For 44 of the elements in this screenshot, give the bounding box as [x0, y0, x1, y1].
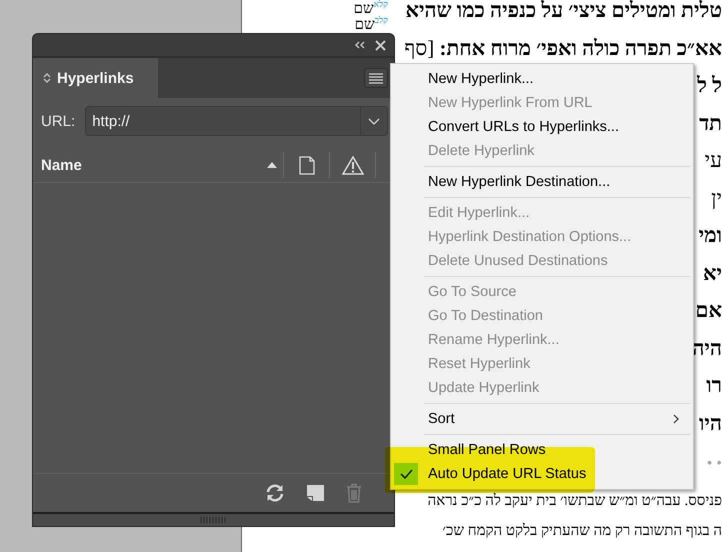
resize-grip-icon[interactable]	[200, 517, 228, 523]
document-text-line: טלית ומטילים ציצי׳ על כנפיה כמו שהיא	[406, 0, 722, 24]
document-text-line: ל ל	[697, 72, 722, 99]
warning-icon	[342, 156, 364, 174]
collapse-icon[interactable]	[354, 41, 365, 49]
document-text-line: תד	[699, 110, 722, 136]
dropdown-button[interactable]	[360, 106, 388, 136]
refresh-button[interactable]	[265, 483, 285, 503]
url-field[interactable]: http://	[85, 106, 360, 136]
document-text-line: פניסס. עבה״ט ומ״ש שבתשו׳ בית יעקב לה כ״כ נראה	[428, 492, 722, 511]
menu-icon	[369, 72, 383, 84]
document-text-line: ין	[711, 184, 722, 212]
document-text-line: ה בגוף התשובה רק מה שהעתיק בלקט הקמח שכ׳	[442, 522, 722, 541]
document-text-line: עי	[704, 147, 722, 174]
document-text-line: אא״כ תפרה כולה ואפי׳ מרוח אחת: [סף	[404, 34, 722, 62]
refresh-icon	[265, 483, 285, 503]
panel-tab[interactable]: Hyperlinks	[33, 58, 158, 98]
menu-item[interactable]: New Hyperlink Destination...	[391, 170, 693, 194]
document-text-line: היו	[699, 410, 722, 436]
menu-item[interactable]: Sort	[391, 407, 693, 431]
checkmark-icon	[400, 469, 412, 479]
chevron-down-icon	[368, 118, 380, 124]
up-down-arrows-icon	[43, 72, 51, 84]
url-label: URL:	[41, 112, 76, 130]
column-header[interactable]: Name	[41, 156, 267, 174]
new-page-icon	[307, 485, 324, 501]
close-icon[interactable]	[375, 40, 386, 50]
document-text-line: רו	[706, 372, 722, 399]
page-icon	[298, 156, 314, 174]
document-text-line: • •	[706, 454, 722, 474]
menu-item[interactable]: Auto Update URL Status	[391, 462, 693, 486]
panel-menu-button[interactable]	[364, 68, 388, 88]
menu-item[interactable]: New Hyperlink...	[391, 67, 693, 91]
document-text-line: ומי	[698, 222, 722, 249]
new-button[interactable]	[307, 485, 324, 501]
document-text-line: יא	[703, 260, 722, 286]
submenu-chevron-icon	[673, 414, 679, 424]
document-text-line: אם	[695, 297, 722, 324]
trash-icon	[346, 483, 362, 503]
document-text-line: היה	[692, 334, 722, 362]
sort-ascending-icon[interactable]	[267, 162, 277, 168]
menu-item[interactable]: Small Panel Rows	[391, 438, 693, 462]
margin-note: $^{קלב}$שם	[354, 17, 388, 32]
menu-item[interactable]: Convert URLs to Hyperlinks...	[391, 115, 693, 139]
